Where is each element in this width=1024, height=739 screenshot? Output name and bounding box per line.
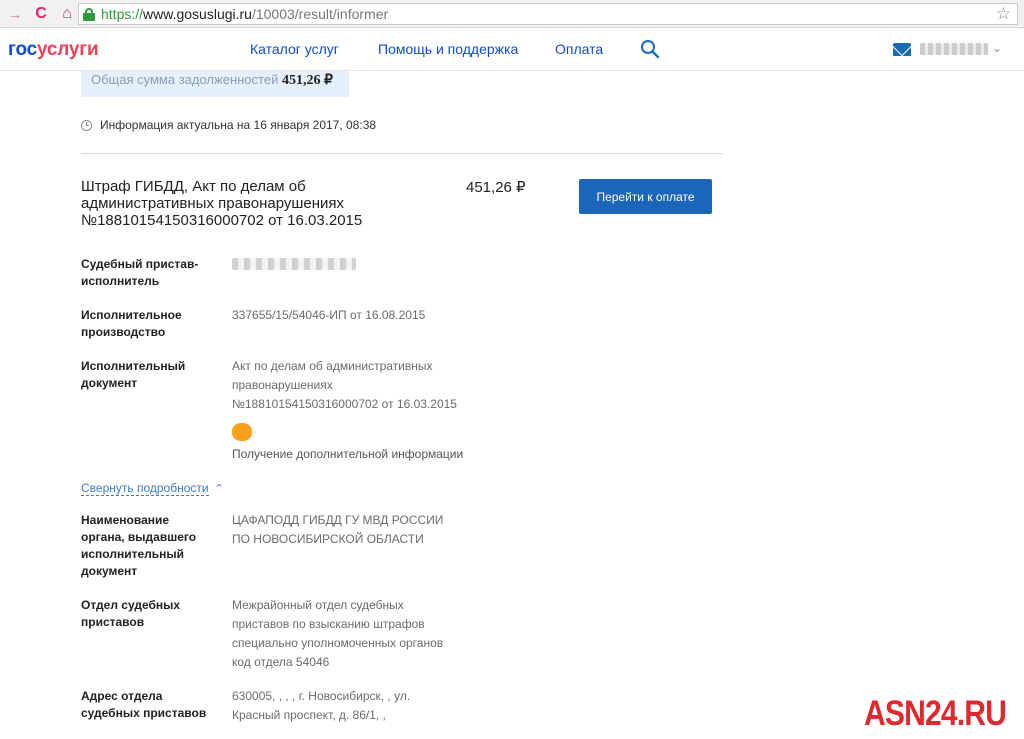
bailiff-name-blurred — [232, 258, 356, 270]
site-header: госуслуги Каталог услуг Помощь и поддерж… — [0, 29, 1024, 71]
user-name-blurred[interactable] — [920, 43, 988, 55]
bailiff-label: Судебный пристав- исполнитель — [81, 257, 199, 288]
info-status-icon — [232, 423, 252, 441]
lock-icon — [83, 7, 95, 21]
nav-help-link[interactable]: Помощь и поддержка — [378, 41, 518, 57]
department-label: Отдел судебных приставов — [81, 598, 181, 629]
info-updated-text: Информация актуальна на 16 января 2017, … — [100, 118, 377, 132]
gosuslugi-logo[interactable]: госуслуги — [8, 39, 99, 61]
watermark-logo: ASN24.RU — [864, 694, 1007, 733]
address-bar[interactable]: https:// www.gosuslugi.ru /10003/result/… — [78, 3, 1018, 25]
forward-arrow-icon[interactable]: → — [4, 3, 26, 25]
more-info-text: Получение дополнительной информации — [232, 447, 464, 461]
go-to-payment-button[interactable]: Перейти к оплате — [579, 179, 712, 214]
address-label: Адрес отдела судебных приставов — [81, 689, 207, 720]
bookmark-star-icon[interactable]: ☆ — [996, 4, 1011, 24]
issuer-label: Наименование органа, выдавшего исполните… — [81, 513, 197, 578]
home-icon[interactable]: ⌂ — [56, 3, 78, 25]
divider — [81, 153, 723, 154]
nav-catalog-link[interactable]: Каталог услуг — [250, 41, 339, 57]
url-path: /10003/result/informer — [251, 6, 389, 22]
document-value: Акт по делам об административных правона… — [232, 359, 457, 411]
address-value: 630005, , , , г. Новосибирск, , ул. Крас… — [232, 689, 411, 722]
collapse-details-link[interactable]: Свернуть подробности ⌃ — [81, 481, 224, 496]
proceedings-value: 337655/15/54046-ИП от 16.08.2015 — [232, 308, 426, 322]
clock-icon — [81, 120, 92, 131]
url-host: www.gosuslugi.ru — [143, 6, 252, 22]
issuer-value: ЦАФАПОДД ГИБДД ГУ МВД РОССИИ ПО НОВОСИБИ… — [232, 513, 444, 546]
chevron-up-icon[interactable]: ⌃ — [215, 482, 224, 495]
document-label: Исполнительный документ — [81, 359, 186, 390]
fine-amount: 451,26 ₽ — [466, 179, 526, 196]
proceedings-label: Исполнительное производство — [81, 308, 182, 339]
mail-icon[interactable] — [893, 43, 911, 56]
chevron-down-icon[interactable]: ⌄ — [992, 41, 1002, 55]
url-scheme: https:// — [101, 6, 144, 22]
nav-payment-link[interactable]: Оплата — [555, 41, 603, 57]
browser-toolbar: → C ⌂ https:// www.gosuslugi.ru /10003/r… — [0, 0, 1024, 28]
fine-title: Штраф ГИБДД, Акт по делам об администрат… — [81, 178, 363, 229]
department-value: Межрайонный отдел судебных приставов по … — [232, 598, 444, 669]
search-icon[interactable] — [640, 39, 660, 59]
debt-amount: 451,26 ₽ — [281, 73, 333, 88]
debt-label: Общая сумма задолженностей — [91, 72, 279, 87]
reload-icon[interactable]: C — [30, 3, 52, 25]
debt-summary: Общая сумма задолженностей 451,26 ₽ — [81, 71, 349, 97]
